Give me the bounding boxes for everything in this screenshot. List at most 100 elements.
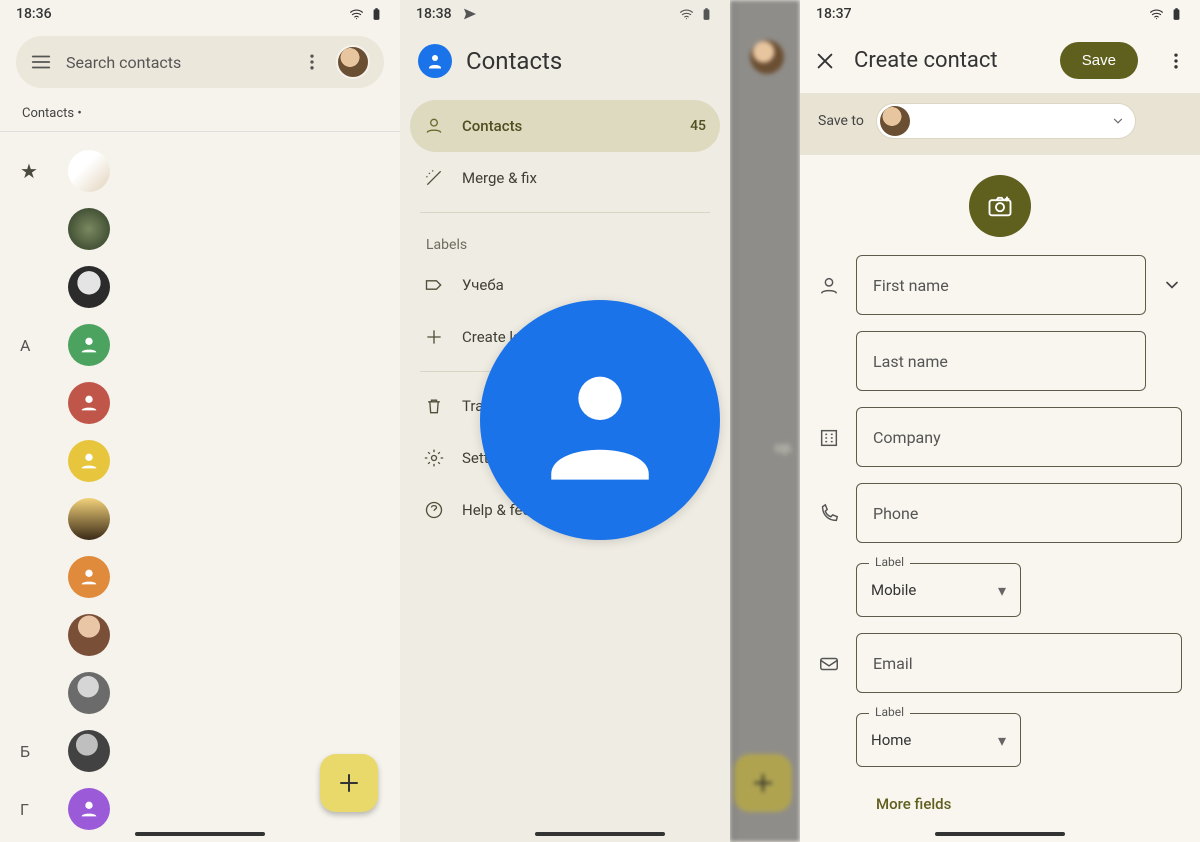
mail-icon	[818, 653, 840, 675]
close-icon[interactable]	[814, 50, 836, 72]
help-icon	[424, 500, 444, 520]
email-row: Email Label Home ▾	[818, 633, 1182, 767]
contact-avatar	[68, 208, 110, 250]
list-item[interactable]	[10, 548, 390, 606]
status-icons	[679, 7, 714, 21]
chevron-down-icon	[1111, 114, 1125, 128]
first-name-field[interactable]: First name	[856, 255, 1146, 315]
gesture-handle[interactable]	[400, 832, 800, 836]
page-title: Create contact	[854, 48, 1042, 73]
drawer-item-label[interactable]: Учеба	[410, 259, 720, 311]
plus-icon	[751, 771, 775, 795]
phone-icon	[818, 503, 840, 525]
app-title: Contacts	[466, 47, 562, 75]
contacts-list-screen: 18:36 Search contacts Contacts • ★	[0, 0, 400, 842]
search-bar[interactable]: Search contacts	[16, 36, 384, 88]
list-item[interactable]	[10, 606, 390, 664]
add-contact-fab[interactable]	[320, 754, 378, 812]
contacts-count: 45	[690, 118, 706, 134]
contact-avatar	[68, 440, 110, 482]
drawer-header: Contacts	[400, 28, 730, 100]
gear-icon	[424, 448, 444, 468]
phone-row: Phone Label Mobile ▾	[818, 483, 1182, 617]
phone-label-selector[interactable]: Label Mobile ▾	[856, 563, 1021, 617]
save-to-row: Save to	[800, 93, 1200, 155]
search-placeholder: Search contacts	[66, 53, 288, 72]
drawer-item-contacts[interactable]: Contacts 45	[410, 100, 720, 152]
contacts-app-icon	[480, 300, 720, 540]
label-icon	[424, 275, 444, 295]
contacts-filter-label[interactable]: Contacts •	[0, 96, 400, 131]
status-bar: 18:37	[800, 0, 1200, 28]
send-icon	[462, 6, 478, 22]
dropdown-icon: ▾	[998, 581, 1006, 600]
email-label-selector[interactable]: Label Home ▾	[856, 713, 1021, 767]
app-icon	[418, 44, 452, 78]
field-legend: Label	[869, 705, 910, 719]
last-name-field[interactable]: Last name	[856, 331, 1146, 391]
list-item[interactable]: A	[10, 316, 390, 374]
contact-avatar	[68, 150, 110, 192]
list-item[interactable]	[10, 664, 390, 722]
gesture-handle[interactable]	[0, 832, 400, 836]
plus-icon	[424, 327, 444, 347]
star-icon: ★	[20, 159, 38, 183]
account-avatar	[880, 106, 910, 136]
drawer-item-label: Contacts	[462, 117, 522, 135]
status-icons	[1149, 7, 1184, 21]
contact-avatar	[68, 672, 110, 714]
list-item[interactable]	[10, 838, 390, 842]
selected-value: Home	[871, 731, 911, 749]
contact-list[interactable]: ★ A	[0, 138, 400, 842]
scrim-text: op.	[774, 440, 794, 456]
building-icon	[818, 427, 840, 449]
list-item[interactable]	[10, 258, 390, 316]
contact-avatar	[68, 382, 110, 424]
list-item[interactable]	[10, 432, 390, 490]
contact-avatar	[68, 498, 110, 540]
phone-field[interactable]: Phone	[856, 483, 1182, 543]
company-field[interactable]: Company	[856, 407, 1182, 467]
create-header: Create contact Save	[800, 28, 1200, 93]
camera-plus-icon	[986, 192, 1014, 220]
drawer-scrim[interactable]: op.	[730, 0, 800, 842]
save-button[interactable]: Save	[1060, 42, 1138, 79]
wifi-icon	[679, 7, 694, 21]
more-icon[interactable]	[302, 52, 322, 72]
contact-avatar	[68, 730, 110, 772]
chevron-down-icon[interactable]	[1162, 275, 1182, 295]
divider	[420, 212, 710, 213]
wand-icon	[424, 168, 444, 188]
email-field[interactable]: Email	[856, 633, 1182, 693]
more-fields-link[interactable]: More fields	[818, 783, 1182, 813]
section-letter: Б	[20, 742, 38, 761]
add-photo-button[interactable]	[969, 175, 1031, 237]
plus-icon	[337, 771, 361, 795]
trash-icon	[424, 396, 444, 416]
divider	[0, 131, 400, 132]
list-item[interactable]	[10, 200, 390, 258]
list-item[interactable]	[10, 374, 390, 432]
list-item[interactable]: ★	[10, 142, 390, 200]
wifi-icon	[1149, 7, 1164, 21]
section-letter: A	[20, 336, 38, 355]
drawer-item-label: Merge & fix	[462, 169, 537, 187]
account-selector[interactable]	[876, 103, 1136, 139]
save-to-label: Save to	[818, 113, 864, 129]
hamburger-icon[interactable]	[30, 51, 52, 73]
wifi-icon	[349, 7, 364, 21]
more-icon[interactable]	[1166, 51, 1186, 71]
list-item[interactable]	[10, 490, 390, 548]
drawer-item-merge[interactable]: Merge & fix	[410, 152, 720, 204]
contact-avatar	[68, 556, 110, 598]
profile-avatar[interactable]	[336, 45, 370, 79]
status-bar: 18:38	[400, 0, 730, 28]
labels-header: Labels	[400, 221, 730, 259]
name-row: First name Last name	[818, 255, 1182, 391]
gesture-handle[interactable]	[800, 832, 1200, 836]
company-row: Company	[818, 407, 1182, 467]
battery-icon	[1169, 7, 1184, 21]
selected-value: Mobile	[871, 581, 916, 599]
contact-avatar	[68, 324, 110, 366]
section-letter: Г	[20, 800, 38, 819]
